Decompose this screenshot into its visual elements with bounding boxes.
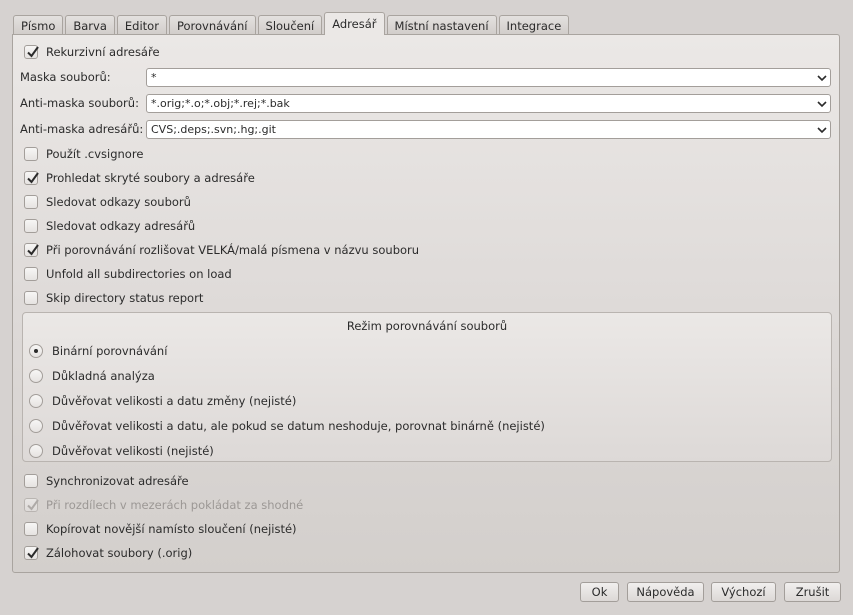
find-hidden-checkbox[interactable]: Prohledat skryté soubory a adresáře	[24, 168, 255, 188]
tab-bar: Písmo Barva Editor Porovnávání Sloučení …	[13, 12, 571, 35]
checkbox-label: Použít .cvsignore	[46, 147, 144, 161]
checkbox-label: Rekurzivní adresáře	[46, 45, 160, 59]
radio-label: Binární porovnávání	[52, 344, 168, 358]
radio-label: Důvěřovat velikosti (nejisté)	[52, 444, 214, 458]
tab-integration[interactable]: Integrace	[498, 15, 570, 35]
radio-label: Důkladná analýza	[52, 369, 155, 383]
radio-button[interactable]	[29, 419, 43, 433]
chevron-down-icon	[817, 75, 827, 82]
file-antimask-label: Anti-maska souborů:	[20, 96, 139, 110]
copy-newer-checkbox[interactable]: Kopírovat novější namísto sloučení (neji…	[24, 519, 297, 539]
tab-editor[interactable]: Editor	[116, 15, 167, 35]
tab-diff[interactable]: Porovnávání	[168, 15, 256, 35]
radio-button[interactable]	[29, 344, 43, 358]
tab-directory[interactable]: Adresář	[324, 12, 385, 35]
whitespace-equal-checkbox: Při rozdílech v mezerách pokládat za sho…	[24, 495, 303, 515]
dir-antimask-value: CVS;.deps;.svn;.hg;.git	[151, 123, 276, 136]
tab-font[interactable]: Písmo	[13, 15, 64, 35]
backup-files-checkbox[interactable]: Zálohovat soubory (.orig)	[24, 543, 192, 563]
file-mask-combo[interactable]: *	[146, 68, 831, 87]
recursive-dirs-checkbox[interactable]: Rekurzivní adresáře	[24, 42, 160, 62]
radio-label: Důvěřovat velikosti a datu změny (nejist…	[52, 394, 297, 408]
checkbox-box[interactable]	[24, 195, 38, 209]
radio-button[interactable]	[29, 444, 43, 458]
dir-antimask-label: Anti-maska adresářů:	[20, 122, 144, 136]
checkbox-box[interactable]	[24, 171, 39, 185]
cancel-button[interactable]: Zrušit	[784, 582, 841, 602]
checkbox-box[interactable]	[24, 522, 38, 536]
file-mask-label: Maska souborů:	[20, 70, 111, 84]
checkbox-label: Unfold all subdirectories on load	[46, 267, 232, 281]
directory-settings-panel: Rekurzivní adresáře Maska souborů: * Ant…	[12, 34, 840, 573]
checkmark-icon	[27, 172, 39, 184]
checkbox-box[interactable]	[24, 45, 39, 59]
radio-full-analysis[interactable]: Důkladná analýza	[29, 366, 155, 386]
checkbox-label: Kopírovat novější namísto sloučení (neji…	[46, 522, 297, 536]
checkbox-box[interactable]	[24, 147, 38, 161]
help-button[interactable]: Nápověda	[627, 582, 704, 602]
skip-status-report-checkbox[interactable]: Skip directory status report	[24, 288, 203, 308]
radio-trust-size[interactable]: Důvěřovat velikosti (nejisté)	[29, 441, 214, 461]
defaults-button[interactable]: Výchozí	[711, 582, 776, 602]
radio-dot-icon	[34, 349, 38, 353]
checkbox-label: Při porovnávání rozlišovat VELKÁ/malá pí…	[46, 243, 420, 257]
checkbox-box[interactable]	[24, 267, 38, 281]
file-mask-value: *	[151, 71, 157, 84]
ok-button[interactable]: Ok	[580, 582, 619, 602]
checkmark-icon	[27, 46, 39, 58]
checkmark-icon	[27, 244, 39, 256]
radio-binary[interactable]: Binární porovnávání	[29, 341, 167, 361]
radio-trust-date[interactable]: Důvěřovat velikosti a datu změny (nejist…	[29, 391, 296, 411]
sync-dirs-checkbox[interactable]: Synchronizovat adresáře	[24, 471, 189, 491]
tab-regional[interactable]: Místní nastavení	[386, 15, 497, 35]
checkbox-label: Zálohovat soubory (.orig)	[46, 546, 193, 560]
checkbox-box[interactable]	[24, 546, 39, 560]
dir-antimask-combo[interactable]: CVS;.deps;.svn;.hg;.git	[146, 120, 831, 139]
compare-mode-group: Režim porovnávání souborů Binární porovn…	[22, 312, 832, 462]
checkmark-icon	[27, 547, 39, 559]
checkmark-icon	[27, 499, 39, 511]
checkbox-label: Synchronizovat adresáře	[46, 474, 189, 488]
checkbox-box[interactable]	[24, 219, 38, 233]
tab-merge[interactable]: Sloučení	[257, 15, 323, 35]
checkbox-label: Skip directory status report	[46, 291, 204, 305]
radio-label: Důvěřovat velikosti a datu, ale pokud se…	[52, 419, 545, 433]
follow-file-links-checkbox[interactable]: Sledovat odkazy souborů	[24, 192, 191, 212]
unfold-subdirs-checkbox[interactable]: Unfold all subdirectories on load	[24, 264, 232, 284]
chevron-down-icon	[817, 101, 827, 108]
radio-trust-date-fallback[interactable]: Důvěřovat velikosti a datu, ale pokud se…	[29, 416, 545, 436]
checkbox-label: Sledovat odkazy souborů	[46, 195, 191, 209]
radio-button[interactable]	[29, 369, 43, 383]
checkbox-box[interactable]	[24, 291, 38, 305]
case-sensitive-checkbox[interactable]: Při porovnávání rozlišovat VELKÁ/malá pí…	[24, 240, 419, 260]
tab-color[interactable]: Barva	[65, 15, 115, 35]
use-cvsignore-checkbox[interactable]: Použít .cvsignore	[24, 144, 143, 164]
checkbox-label: Při rozdílech v mezerách pokládat za sho…	[46, 498, 304, 512]
chevron-down-icon	[817, 127, 827, 134]
group-title: Režim porovnávání souborů	[346, 319, 508, 333]
checkbox-box	[24, 498, 39, 512]
radio-button[interactable]	[29, 394, 43, 408]
file-antimask-combo[interactable]: *.orig;*.o;*.obj;*.rej;*.bak	[146, 94, 831, 113]
checkbox-box[interactable]	[24, 243, 39, 257]
checkbox-box[interactable]	[24, 474, 38, 488]
file-antimask-value: *.orig;*.o;*.obj;*.rej;*.bak	[151, 97, 290, 110]
checkbox-label: Sledovat odkazy adresářů	[46, 219, 196, 233]
follow-dir-links-checkbox[interactable]: Sledovat odkazy adresářů	[24, 216, 195, 236]
checkbox-label: Prohledat skryté soubory a adresáře	[46, 171, 255, 185]
